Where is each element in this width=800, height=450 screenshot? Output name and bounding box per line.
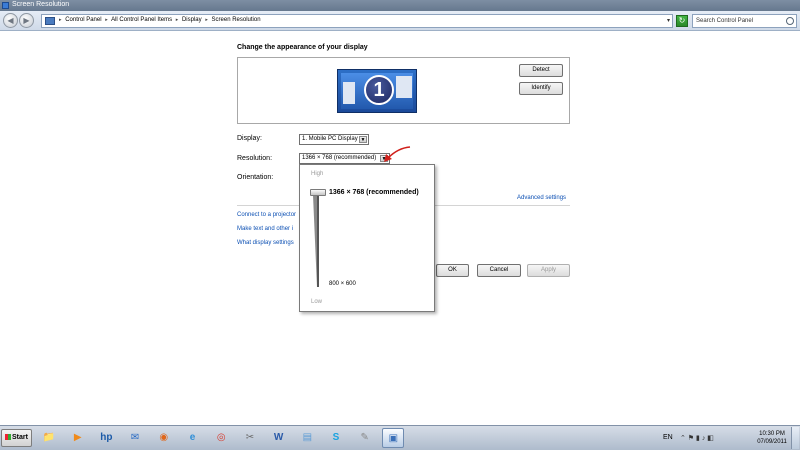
skype-icon[interactable]: S [325, 428, 347, 448]
display-value: 1. Mobile PC Display [302, 136, 358, 142]
monitor-number-badge: 1 [364, 75, 394, 105]
control-panel-icon [2, 2, 9, 9]
ie-icon[interactable]: e [182, 428, 204, 448]
utility-icon[interactable]: ✎ [354, 428, 376, 448]
display-label: Display: [237, 135, 262, 142]
low-label: Low [311, 299, 323, 305]
show-desktop-button[interactable] [791, 427, 799, 449]
refresh-button[interactable]: ↻ [676, 15, 688, 27]
text-size-link[interactable]: Make text and other i [237, 226, 293, 232]
detect-button[interactable]: Detect [519, 64, 563, 77]
notepad-icon[interactable]: ▤ [296, 428, 318, 448]
resolution-slider-track[interactable] [317, 195, 319, 287]
cancel-button[interactable]: Cancel [477, 264, 521, 277]
back-button[interactable]: ◀ [3, 13, 18, 28]
resolution-label: Resolution: [237, 155, 273, 162]
chevron-down-icon[interactable]: ▾ [667, 17, 670, 24]
search-input[interactable]: Search Control Panel [692, 14, 797, 28]
mail-icon[interactable]: ✉ [124, 428, 146, 448]
hp-icon[interactable]: hp [95, 428, 117, 448]
forward-button[interactable]: ▶ [19, 13, 34, 28]
min-resolution-label: 800 × 600 [329, 281, 356, 287]
start-label: Start [12, 434, 28, 441]
navigation-bar: ◀ ▶ ▸ Control Panel ▸ All Control Panel … [0, 11, 800, 31]
window-preview [396, 76, 412, 98]
breadcrumb-all-items[interactable]: All Control Panel Items [111, 17, 172, 23]
high-label: High [311, 171, 324, 177]
start-button[interactable]: Start [1, 429, 32, 447]
folder-icon[interactable]: 📁 [38, 428, 60, 448]
breadcrumb: ▸ Control Panel ▸ All Control Panel Item… [59, 17, 261, 23]
red-arrow-annotation [384, 146, 411, 162]
title-bar: Screen Resolution [0, 0, 800, 11]
identify-button[interactable]: Identify [519, 82, 563, 95]
apply-button[interactable]: Apply [527, 264, 570, 277]
display-icon [45, 17, 55, 25]
chevron-down-icon[interactable]: ▼ [359, 136, 367, 143]
clock-date: 07/09/2011 [757, 439, 787, 445]
firefox-icon[interactable]: ◉ [153, 428, 175, 448]
max-resolution-label: 1366 × 768 (recommended) [329, 189, 419, 196]
advanced-settings-link[interactable]: Advanced settings [517, 195, 566, 201]
taskbar-preview [343, 82, 355, 104]
system-tray[interactable]: ⌃ ⚑ ▮ ♪ ◧ [680, 434, 714, 442]
word-icon[interactable]: W [268, 428, 290, 448]
tools-icon[interactable]: ✂ [239, 428, 261, 448]
address-bar[interactable]: ▸ Control Panel ▸ All Control Panel Item… [41, 14, 673, 28]
chrome-icon[interactable]: ◎ [210, 428, 232, 448]
orientation-label: Orientation: [237, 174, 274, 181]
display-settings-icon[interactable]: ▣ [382, 428, 405, 448]
search-icon[interactable] [786, 17, 794, 25]
display-select[interactable]: 1. Mobile PC Display ▼ [299, 134, 369, 145]
resolution-dropdown: High 1366 × 768 (recommended) 800 × 600 … [299, 164, 435, 312]
media-player-icon[interactable]: ▶ [67, 428, 89, 448]
window-title: Screen Resolution [12, 1, 70, 8]
breadcrumb-display[interactable]: Display [182, 17, 202, 23]
ok-button[interactable]: OK [436, 264, 469, 277]
windows-icon [5, 434, 11, 440]
breadcrumb-control-panel[interactable]: Control Panel [65, 17, 101, 23]
clock-time: 10:30 PM [759, 431, 785, 437]
language-indicator[interactable]: EN [663, 434, 673, 441]
resolution-select[interactable]: 1366 × 768 (recommended) ▼ [299, 153, 390, 164]
search-placeholder: Search Control Panel [696, 18, 754, 24]
display-settings-help-link[interactable]: What display settings [237, 240, 294, 246]
projector-link[interactable]: Connect to a projector [237, 212, 296, 218]
display-preview-panel: 1 Detect Identify [237, 57, 570, 124]
taskbar: Start 📁 ▶ hp ✉ ◉ e ◎ ✂ W ▤ S ✎ ▣ EN ⌃ ⚑ ▮ ♪ ◧ 10:30 … [0, 425, 800, 450]
page-title: Change the appearance of your display [237, 44, 368, 51]
resolution-value: 1366 × 768 (recommended) [302, 155, 377, 161]
resolution-slider-thumb[interactable] [310, 189, 326, 196]
clock[interactable]: 10:30 PM 07/09/2011 [755, 430, 789, 446]
monitor-icon[interactable]: 1 [337, 69, 417, 113]
breadcrumb-screen-resolution[interactable]: Screen Resolution [212, 17, 261, 23]
